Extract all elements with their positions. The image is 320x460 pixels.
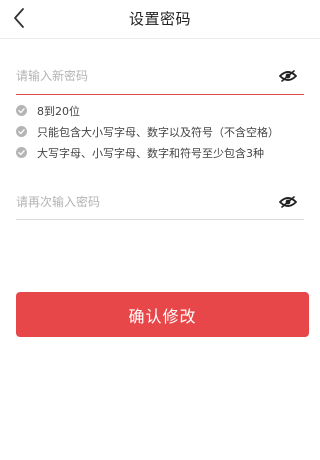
password-rules-list: 8到20位 只能包含大小写字母、数字以及符号（不含空格） 大写字母、小写字母、数… xyxy=(16,101,306,164)
toggle-password-visibility-button[interactable] xyxy=(278,69,298,83)
page-title: 设置密码 xyxy=(128,10,191,28)
check-circle-icon xyxy=(16,126,27,137)
confirm-password-field xyxy=(16,185,304,220)
rule-item: 大写字母、小写字母、数字和符号至少包含3种 xyxy=(16,143,306,162)
check-circle-icon xyxy=(16,105,27,116)
rule-text: 大写字母、小写字母、数字和符号至少包含3种 xyxy=(37,146,264,160)
check-circle-icon xyxy=(16,147,27,158)
set-password-page: 设置密码 8到20位 只能包含大小写字母、数字以及符号（不含空格） 大写字母、小… xyxy=(0,0,320,460)
eye-hidden-icon xyxy=(279,70,297,82)
rule-text: 只能包含大小写字母、数字以及符号（不含空格） xyxy=(37,125,279,139)
confirm-change-button[interactable]: 确认修改 xyxy=(16,292,309,337)
eye-hidden-icon xyxy=(279,196,297,208)
new-password-field xyxy=(16,58,304,95)
new-password-input[interactable] xyxy=(16,58,256,94)
confirm-password-input[interactable] xyxy=(16,185,256,219)
toggle-confirm-visibility-button[interactable] xyxy=(278,195,298,209)
rule-item: 8到20位 xyxy=(16,101,306,120)
rule-item: 只能包含大小写字母、数字以及符号（不含空格） xyxy=(16,122,306,141)
rule-text: 8到20位 xyxy=(37,104,80,118)
header-bar: 设置密码 xyxy=(0,0,320,39)
